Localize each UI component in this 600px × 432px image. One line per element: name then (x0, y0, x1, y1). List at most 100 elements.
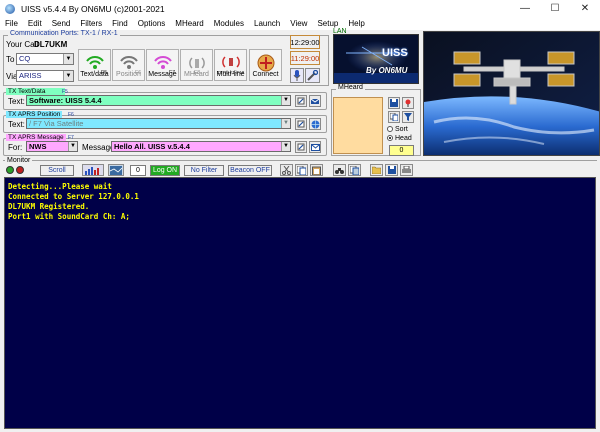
print-button[interactable] (400, 164, 413, 176)
minimize-button[interactable]: — (510, 0, 540, 17)
chevron-down-icon[interactable]: ▼ (281, 96, 290, 105)
tx-position-value: / F7 Via Satellite (29, 119, 84, 128)
title-bar: UISS v5.4.4 By ON6MU (c)2001-2021 — ☐ ✕ (0, 0, 600, 17)
connect-icon (257, 54, 274, 72)
multi-antenna-icon (221, 56, 240, 68)
filter-toggle[interactable]: No Filter (184, 165, 224, 176)
for-label: For: (8, 143, 23, 152)
monitor-terminal[interactable]: Detecting...Please wait Connected to Ser… (4, 177, 596, 429)
wifi-gray-icon (119, 56, 138, 69)
tx-position-globe-button[interactable] (309, 118, 321, 130)
tools-button[interactable] (305, 68, 320, 83)
menu-setup[interactable]: Setup (312, 19, 343, 28)
multi-line-button[interactable]: CTRL F1-F12 Multi-line (214, 49, 247, 81)
tx-message-title: TX APRS Message (6, 134, 66, 141)
text-data-button[interactable]: F5 Text/data (78, 49, 111, 81)
copy-icon (390, 113, 398, 121)
connect-button[interactable]: Connect (249, 49, 282, 81)
find-button[interactable] (333, 164, 346, 176)
message-input[interactable]: Hello All. UISS v.5.4.4 ▼ (111, 141, 291, 152)
save-button[interactable] (385, 164, 398, 176)
mheard-map-button[interactable] (402, 97, 414, 109)
scroll-label: Scroll (48, 167, 66, 174)
floppy-icon (387, 166, 396, 174)
edit-icon (297, 97, 305, 105)
position-button[interactable]: F6 Position (112, 49, 145, 81)
tx-text-input[interactable]: Software: UISS 5.4.4 ▼ (26, 95, 291, 106)
utc-clock: 12:29:00 (290, 35, 320, 49)
comm-ports-title: Communication Ports: TX-1 / RX-1 (8, 30, 120, 37)
close-button[interactable]: ✕ (570, 0, 600, 17)
sort-label: Sort (395, 126, 408, 133)
window-title: UISS v5.4.4 By ON6MU (c)2001-2021 (21, 3, 165, 14)
chevron-down-icon[interactable]: ▼ (63, 54, 73, 64)
chevron-down-icon[interactable]: ▼ (63, 71, 73, 81)
floppy-icon (390, 99, 398, 107)
beacon-toggle[interactable]: Beacon OFF (228, 165, 272, 176)
message-button[interactable]: F7 Message (146, 49, 179, 81)
tx-message-mail-button[interactable] (309, 141, 321, 153)
cut-button[interactable] (280, 164, 293, 176)
radio-icon (387, 135, 393, 142)
uiss-banner: UISS By ON6MU (333, 34, 419, 84)
tools-icon (307, 70, 318, 81)
for-value: NWS (29, 142, 47, 151)
waterfall-button[interactable] (108, 164, 124, 176)
log-toggle[interactable]: Log ON (150, 165, 180, 176)
paste-button[interactable] (310, 164, 323, 176)
scroll-toggle[interactable]: Scroll (40, 165, 74, 176)
chevron-down-icon[interactable]: ▼ (281, 119, 290, 128)
edit-icon (297, 120, 305, 128)
chevron-down-icon[interactable]: ▼ (68, 142, 77, 151)
mheard-button[interactable]: F8 MHeard (180, 49, 213, 81)
local-clock: 11:29:00 (290, 51, 320, 65)
monitor-title: Monitor (5, 157, 33, 164)
menu-mheard[interactable]: MHeard (170, 19, 208, 28)
menu-edit[interactable]: Edit (23, 19, 47, 28)
mheard-list[interactable] (333, 97, 383, 154)
menu-view[interactable]: View (285, 19, 312, 28)
sort-radio[interactable]: Sort (387, 126, 408, 133)
tx-position-input[interactable]: / F7 Via Satellite ▼ (26, 118, 291, 129)
menu-filters[interactable]: Filters (75, 19, 107, 28)
menu-options[interactable]: Options (133, 19, 171, 28)
radio-icon (387, 126, 393, 133)
terminal-line: Connected to Server 127.0.0.1 (8, 192, 139, 201)
menu-launch[interactable]: Launch (249, 19, 285, 28)
antenna-icon (188, 57, 205, 69)
open-button[interactable] (370, 164, 383, 176)
for-input[interactable]: NWS ▼ (26, 141, 78, 152)
copy-button[interactable] (295, 164, 308, 176)
menu-help[interactable]: Help (343, 19, 369, 28)
mheard-copy-button[interactable] (388, 111, 400, 123)
tx-position-field-label: Text: (8, 120, 25, 129)
to-combo[interactable]: CQ ▼ (16, 53, 74, 65)
waterfall-icon (110, 165, 122, 175)
scissors-icon (282, 165, 291, 175)
menu-modules[interactable]: Modules (209, 19, 249, 28)
position-key: F6 (135, 70, 141, 76)
menu-file[interactable]: File (0, 19, 23, 28)
folder-icon (372, 166, 381, 174)
tx-message-edit-button[interactable] (295, 141, 307, 153)
find-next-button[interactable] (348, 164, 361, 176)
mheard-save-button[interactable] (388, 97, 400, 109)
tx-text-edit-button[interactable] (295, 95, 307, 107)
tx-text-send-button[interactable] (309, 95, 321, 107)
menu-send[interactable]: Send (47, 19, 76, 28)
map-pin-icon (405, 99, 411, 107)
level-meter-button[interactable] (82, 164, 104, 176)
chevron-down-icon[interactable]: ▼ (281, 142, 290, 151)
clipboard-icon (312, 166, 321, 175)
terminal-line: DL7UKM Registered. (8, 202, 90, 211)
mheard-filter-button[interactable] (402, 111, 414, 123)
menu-find[interactable]: Find (107, 19, 133, 28)
mheard-title: MHeard (336, 84, 365, 91)
mic-button[interactable] (290, 68, 304, 83)
via-combo[interactable]: ARISS ▼ (16, 70, 74, 82)
maximize-button[interactable]: ☐ (540, 0, 570, 17)
menu-bar: File Edit Send Filters Find Options MHea… (0, 17, 600, 30)
head-radio[interactable]: Head (387, 135, 412, 142)
tx-position-edit-button[interactable] (295, 118, 307, 130)
globe-icon (311, 120, 319, 128)
